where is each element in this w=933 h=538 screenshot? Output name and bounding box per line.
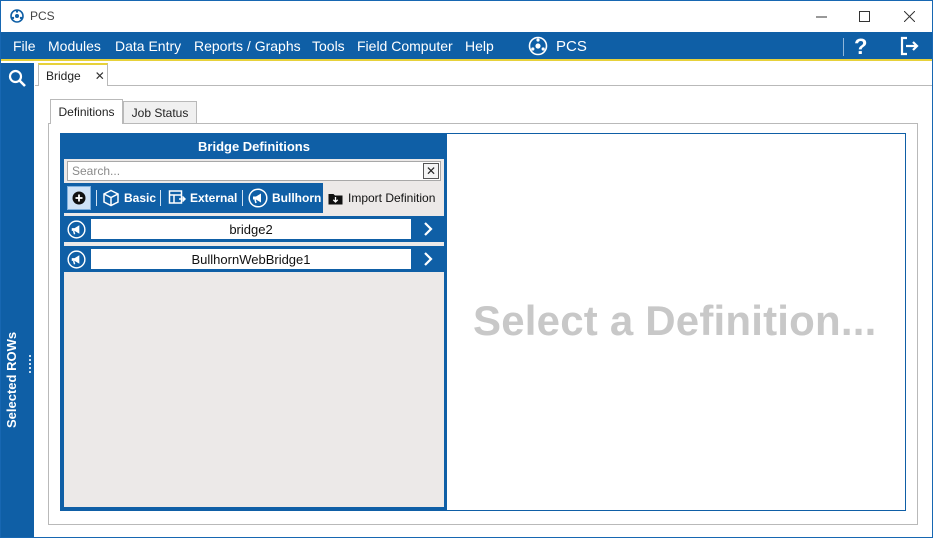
toolbar-divider: [242, 190, 243, 206]
empty-state-text: Select a Definition...: [473, 297, 877, 344]
tab-definitions[interactable]: Definitions: [50, 99, 123, 124]
maximize-icon: [858, 11, 870, 22]
pcs-logo-icon: [528, 36, 548, 56]
rail-label[interactable]: Selected ROWs: [4, 308, 19, 428]
import-label: Import Definition: [348, 191, 436, 205]
menu-data-entry[interactable]: Data Entry: [115, 38, 181, 54]
chevron-right-icon[interactable]: [420, 250, 436, 268]
definition-row[interactable]: BullhornWebBridge1: [64, 246, 444, 272]
tab-job-status[interactable]: Job Status: [123, 101, 197, 123]
external-label: External: [190, 191, 238, 205]
toolbar-divider: [160, 190, 161, 206]
title-bar: PCS: [1, 1, 932, 32]
add-circle-icon: [72, 191, 86, 205]
definitions-toolbar: Basic External Bullhorn Import Definitio…: [64, 183, 444, 213]
definitions-workspace: Bridge Definitions ✕: [60, 133, 906, 511]
basic-button[interactable]: Basic: [102, 183, 156, 213]
definition-detail-panel: Select a Definition...: [447, 134, 905, 510]
bullhorn-button[interactable]: Bullhorn: [248, 183, 321, 213]
menu-field-computer[interactable]: Field Computer: [357, 38, 453, 54]
bullhorn-icon: [67, 250, 86, 269]
menu-modules[interactable]: Modules: [48, 38, 101, 54]
add-definition-button[interactable]: [67, 186, 91, 210]
help-icon[interactable]: ?: [854, 34, 867, 60]
search-input[interactable]: [68, 162, 422, 180]
menu-reports-graphs[interactable]: Reports / Graphs: [194, 38, 301, 54]
import-definition-button[interactable]: Import Definition: [323, 183, 444, 213]
bullhorn-icon: [67, 220, 86, 239]
menu-file[interactable]: File: [13, 38, 36, 54]
search-box: ✕: [67, 161, 441, 181]
chevron-right-icon[interactable]: [420, 220, 436, 238]
rail-grip[interactable]: [29, 355, 31, 373]
cube-icon: [103, 189, 119, 207]
exit-icon[interactable]: [898, 35, 920, 57]
maximize-button[interactable]: [841, 1, 887, 32]
folder-import-icon: [328, 193, 343, 204]
bullhorn-label: Bullhorn: [272, 191, 322, 205]
external-table-icon: [168, 190, 186, 204]
menu-bar: File Modules Data Entry Reports / Graphs…: [1, 32, 932, 61]
toolbar-divider: [96, 190, 97, 206]
window-title: PCS: [30, 9, 55, 23]
bullhorn-icon: [248, 188, 268, 208]
basic-label: Basic: [124, 191, 157, 205]
content-area: Definitions Job Status Bridge Definition…: [35, 86, 932, 537]
close-button[interactable]: [886, 1, 932, 32]
tab-close-icon[interactable]: ✕: [95, 69, 105, 83]
minimize-button[interactable]: [798, 1, 844, 32]
menu-help[interactable]: Help: [465, 38, 494, 54]
search-clear-button[interactable]: ✕: [423, 163, 439, 179]
brand-label: PCS: [556, 37, 587, 55]
external-button[interactable]: External: [168, 183, 237, 213]
search-icon[interactable]: [8, 69, 27, 88]
close-icon: [903, 11, 915, 22]
definition-name[interactable]: BullhornWebBridge1: [91, 249, 411, 269]
tab-bridge[interactable]: Bridge ✕: [38, 63, 108, 87]
menu-tools[interactable]: Tools: [312, 38, 345, 54]
definition-name[interactable]: bridge2: [91, 219, 411, 239]
selected-rows-rail[interactable]: Selected ROWs: [1, 63, 34, 537]
document-tab-strip: Bridge ✕: [35, 63, 932, 87]
minimize-icon: [815, 16, 827, 18]
app-window: PCS File Modules Data Entry Reports / Gr…: [0, 0, 933, 538]
tab-bridge-label: Bridge: [46, 69, 81, 83]
definitions-panel: Bridge Definitions ✕: [61, 134, 449, 510]
menu-divider: [843, 38, 844, 56]
brand: PCS: [528, 36, 587, 56]
definition-row[interactable]: bridge2: [64, 216, 444, 242]
panel-title: Bridge Definitions: [64, 134, 444, 159]
pcs-logo-icon: [10, 9, 24, 23]
